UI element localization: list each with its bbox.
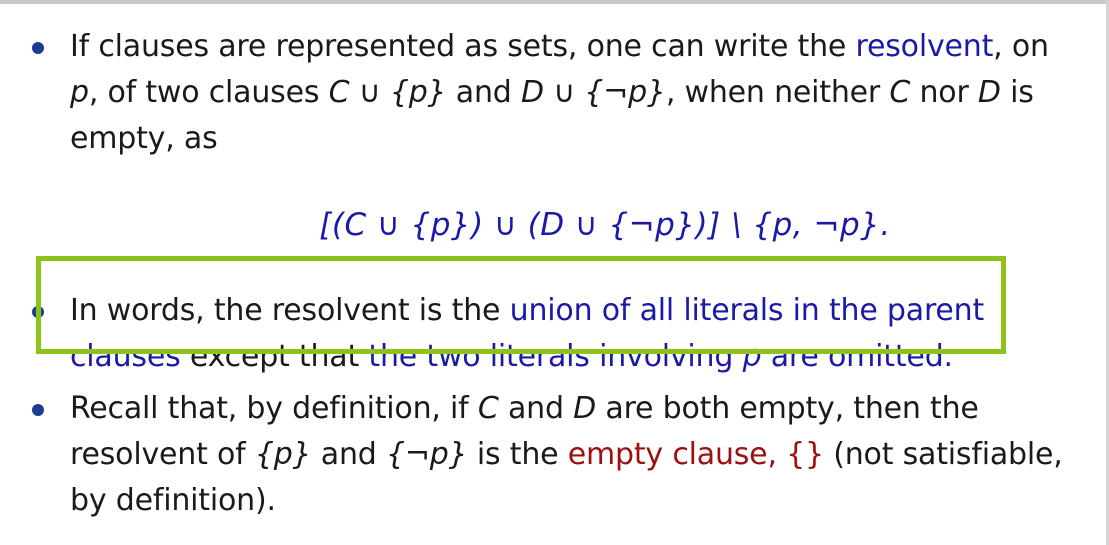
- bullet-item-resolvent-definition: If clauses are represented as sets, one …: [30, 24, 1080, 162]
- bullet-item-in-words: In words, the resolvent is the union of …: [30, 288, 1080, 380]
- term-resolvent: resolvent: [855, 29, 994, 64]
- text: and: [498, 391, 574, 426]
- text: is the: [467, 437, 568, 472]
- math-p: p: [742, 339, 762, 374]
- bullet-dot: [32, 42, 44, 54]
- math-p: p: [70, 75, 89, 110]
- math-c: C: [477, 391, 499, 426]
- bullet-dot: [32, 404, 44, 416]
- text: If clauses are represented as sets, one …: [70, 29, 856, 64]
- text: [777, 437, 786, 472]
- text: Recall that, by definition, if: [70, 391, 478, 426]
- text: In words, the resolvent is the: [70, 293, 510, 328]
- text: and: [446, 75, 521, 110]
- text: nor: [910, 75, 978, 110]
- math-d: D: [977, 75, 1001, 110]
- math-c: C: [889, 75, 911, 110]
- top-rule: [0, 0, 1109, 4]
- text-period: .: [943, 339, 954, 374]
- term-omitted-a: the two literals involving: [368, 339, 743, 374]
- text: except that: [180, 339, 369, 374]
- math-clause-d: D ∪ {¬p}: [520, 75, 666, 110]
- bullet-dot: [32, 306, 44, 318]
- resolvent-equation: [(C ∪ {p}) ∪ (D ∪ {¬p})] \ {p, ¬p}.: [319, 207, 891, 243]
- math-empty-set: {}: [786, 437, 824, 472]
- text: , of two clauses: [88, 75, 329, 110]
- math-clause-c: C ∪ {p}: [328, 75, 447, 110]
- math-d: D: [573, 391, 597, 426]
- math-set-p: {p}: [254, 437, 312, 472]
- text: and: [311, 437, 386, 472]
- term-omitted-b: are omitted: [761, 339, 944, 374]
- math-set-not-p: {¬p}: [385, 437, 468, 472]
- bullet-item-empty-clause: Recall that, by definition, if C and D a…: [30, 386, 1080, 524]
- slide-content: If clauses are represented as sets, one …: [30, 24, 1080, 524]
- text: , when neither: [665, 75, 890, 110]
- term-empty-clause: empty clause,: [567, 437, 777, 472]
- text: , on: [993, 29, 1049, 64]
